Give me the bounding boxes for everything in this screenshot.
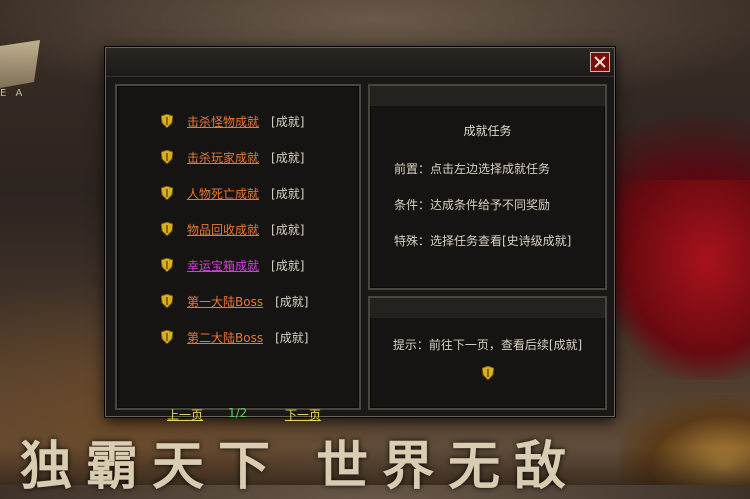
- achievement-tag: [成就]: [271, 186, 305, 201]
- list-item: 第一大陆Boss [成就]: [161, 283, 308, 319]
- achievement-tag: [成就]: [275, 294, 309, 309]
- achievement-tag: [成就]: [271, 114, 305, 129]
- task-info-panel: 成就任务 前置：点击左边选择成就任务 条件：达成条件给予不同奖励 特殊：选择任务…: [368, 84, 607, 290]
- list-item: 幸运宝箱成就 [成就]: [161, 247, 308, 283]
- achievement-link[interactable]: 幸运宝箱成就: [187, 257, 259, 274]
- dialog-title-bar[interactable]: [106, 48, 614, 77]
- task-condition: 条件：达成条件给予不同奖励: [394, 198, 551, 212]
- achievement-link[interactable]: 第二大陆Boss: [187, 329, 263, 346]
- list-item: 击杀玩家成就 [成就]: [161, 139, 308, 175]
- list-item: 击杀怪物成就 [成就]: [161, 103, 308, 139]
- task-special: 特殊：选择任务查看[史诗级成就]: [394, 234, 572, 248]
- shield-icon: [161, 222, 173, 236]
- achievement-tag: [成就]: [271, 150, 305, 165]
- achievement-list-panel: 击杀怪物成就 [成就] 击杀玩家成就 [成就] 人物死亡成就 [成就] 物品回收…: [115, 84, 361, 422]
- shield-icon: [161, 258, 173, 272]
- game-logo-subtitle: E A: [0, 88, 26, 99]
- achievement-link[interactable]: 物品回收成就: [187, 221, 259, 238]
- hint-text: 提示：前往下一页，查看后续[成就]: [392, 338, 583, 352]
- achievement-link[interactable]: 第一大陆Boss: [187, 293, 263, 310]
- page-indicator: 1/2: [228, 406, 248, 420]
- achievement-tag: [成就]: [275, 330, 309, 345]
- panel-header-strip: [370, 298, 605, 318]
- achievement-link[interactable]: 击杀玩家成就: [187, 149, 259, 166]
- achievement-link[interactable]: 击杀怪物成就: [187, 113, 259, 130]
- background-banner-text: 独霸天下 世界无敌: [20, 437, 581, 497]
- list-item: 物品回收成就 [成就]: [161, 211, 308, 247]
- achievement-tag: [成就]: [271, 222, 305, 237]
- close-button[interactable]: [590, 52, 610, 72]
- hint-panel: 提示：前往下一页，查看后续[成就]: [368, 296, 607, 410]
- list-item: 第二大陆Boss [成就]: [161, 319, 308, 355]
- next-page-link[interactable]: 下一页: [285, 406, 321, 423]
- background-character-hair: [605, 180, 750, 380]
- list-item: 人物死亡成就 [成就]: [161, 175, 308, 211]
- shield-icon: [161, 330, 173, 344]
- achievement-dialog: 击杀怪物成就 [成就] 击杀玩家成就 [成就] 人物死亡成就 [成就] 物品回收…: [105, 47, 615, 422]
- achievement-link[interactable]: 人物死亡成就: [187, 185, 259, 202]
- shield-icon: [161, 186, 173, 200]
- task-title: 成就任务: [463, 124, 512, 138]
- close-icon: [594, 56, 606, 68]
- achievement-list: 击杀怪物成就 [成就] 击杀玩家成就 [成就] 人物死亡成就 [成就] 物品回收…: [161, 103, 308, 355]
- shield-icon: [161, 294, 173, 308]
- shield-icon: [161, 150, 173, 164]
- shield-icon: [482, 366, 494, 380]
- shield-icon: [161, 114, 173, 128]
- task-prereq: 前置：点击左边选择成就任务: [394, 162, 551, 176]
- prev-page-link[interactable]: 上一页: [167, 406, 203, 423]
- panel-header-strip: [370, 86, 605, 106]
- achievement-tag: [成就]: [271, 258, 305, 273]
